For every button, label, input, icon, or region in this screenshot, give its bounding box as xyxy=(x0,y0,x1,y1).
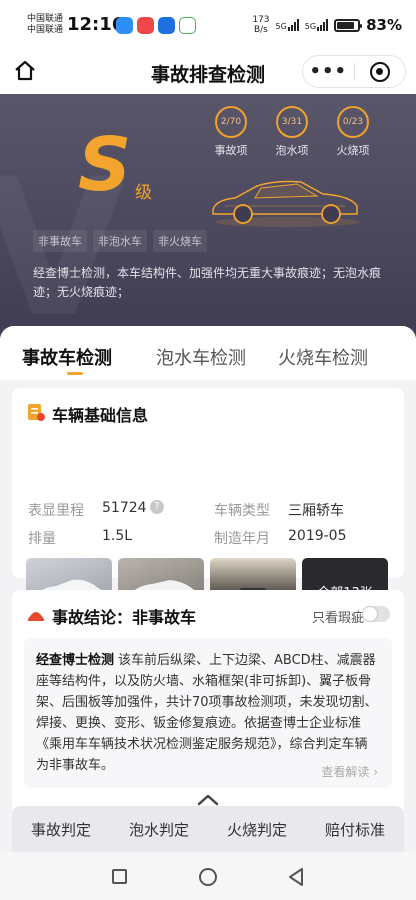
carrier-labels: 中国联通 中国联通 xyxy=(27,14,63,36)
signal-bars-icon xyxy=(317,19,329,31)
displacement-value: 1.5L xyxy=(102,528,133,544)
mileage-label: 表显里程 xyxy=(28,503,84,519)
tab-compensation-standard[interactable]: 赔付标准 xyxy=(325,819,385,840)
battery-icon xyxy=(334,18,363,32)
inspector-brand: 经查博士检测 xyxy=(36,653,115,668)
mini-program-capsule: ••• xyxy=(302,55,406,88)
help-icon[interactable]: ? xyxy=(150,500,164,514)
system-nav-bar xyxy=(0,852,416,900)
recent-apps-icon[interactable] xyxy=(112,869,127,884)
toggle-knob xyxy=(363,607,377,621)
signal-bars-icon xyxy=(287,19,299,31)
conclusion-icon xyxy=(26,604,46,624)
status-bar: 中国联通 中国联通 12:16 173 B/s 5G 5G 83% xyxy=(0,0,416,50)
vehicle-info-title: 车辆基础信息 xyxy=(52,406,149,425)
tab-accident[interactable]: 事故车检测 xyxy=(22,344,112,370)
car-illustration xyxy=(212,180,359,227)
signal-1-label: 5G xyxy=(275,22,287,31)
signal-2-label: 5G xyxy=(304,22,317,31)
vehicle-type-value: 三厢轿车 xyxy=(288,503,344,519)
net-speed-unit: B/s xyxy=(253,25,268,35)
stat-label: 事故项 xyxy=(214,144,248,157)
back-triangle-icon[interactable] xyxy=(286,866,306,888)
manufacture-date-value: 2019-05 xyxy=(288,528,347,544)
chip-not-accident: 非事故车 xyxy=(33,230,87,252)
tab-accident-judgement[interactable]: 事故判定 xyxy=(31,819,91,840)
view-interpretation-link[interactable]: 查看解读 › xyxy=(321,763,378,780)
defects-only-label: 只看瑕疵 xyxy=(311,611,364,626)
grade-letter: S xyxy=(78,122,132,208)
vehicle-info-card: 车辆基础信息 表显里程 51724 ? 车辆类型 三厢轿车 排量 1.5L 制造… xyxy=(12,388,404,626)
grade-suffix: 级 xyxy=(135,183,152,203)
detection-tabs: 事故车检测 泡水车检测 火烧车检测 xyxy=(0,326,416,380)
battery-percent: 83% xyxy=(366,16,402,34)
conclusion-title: 事故结论：非事故车 xyxy=(52,608,197,627)
chip-not-flood: 非泡水车 xyxy=(93,230,147,252)
signal-1: 5G xyxy=(276,19,299,31)
signal-2: 5G xyxy=(304,19,329,31)
stat-flood: 3/31 泡水项 xyxy=(269,106,315,158)
stat-label: 泡水项 xyxy=(275,144,309,157)
qq-app-icon xyxy=(137,17,154,34)
tab-fire[interactable]: 火烧车检测 xyxy=(278,344,368,370)
conclusion-body: 该车前后纵梁、上下边梁、ABCD柱、减震器座等结构件，以及防火墙、水箱框架(非可… xyxy=(36,653,378,773)
stat-ring: 0/23 xyxy=(337,106,369,138)
conclusion-text: 经查博士检测 该车前后纵梁、上下边梁、ABCD柱、减震器座等结构件，以及防火墙、水… xyxy=(36,650,380,776)
status-right: 173 B/s 5G 5G 83% xyxy=(252,15,402,35)
carrier-2: 中国联通 xyxy=(27,25,64,35)
tab-fire-judgement[interactable]: 火烧判定 xyxy=(227,819,287,840)
vehicle-info-icon xyxy=(26,402,46,422)
grade-description: 经查博士检测，本车结构件、加强件均无重大事故痕迹；无泡水痕迹；无火烧痕迹； xyxy=(33,266,382,299)
message-app-icon xyxy=(116,17,133,34)
home-circle-icon[interactable] xyxy=(199,868,217,886)
mileage-value: 51724 xyxy=(102,500,147,516)
manufacture-date-label: 制造年月 xyxy=(214,531,270,547)
carrier-1: 中国联通 xyxy=(27,14,64,24)
stat-ring: 2/70 xyxy=(215,106,247,138)
vehicle-type-label: 车辆类型 xyxy=(214,503,270,519)
stat-fire: 0/23 火烧项 xyxy=(330,106,376,158)
tab-indicator xyxy=(67,372,83,375)
grade-hero: V S 级 2/70 事故项 3/31 泡水项 0/23 火烧项 非事故车 非泡… xyxy=(0,94,416,344)
stat-accident: 2/70 事故项 xyxy=(208,106,254,158)
more-button[interactable]: ••• xyxy=(303,61,354,82)
tag-chips: 非事故车 非泡水车 非火烧车 xyxy=(33,230,207,252)
defects-only-toggle[interactable] xyxy=(362,606,390,622)
shopping-app-icon xyxy=(179,17,196,34)
nav-bar: 事故排查检测 ••• xyxy=(0,50,416,94)
stat-label: 火烧项 xyxy=(336,144,370,157)
chevron-up-icon[interactable] xyxy=(196,793,220,807)
net-speed: 173 B/s xyxy=(252,15,269,35)
chip-not-fire: 非火烧车 xyxy=(153,230,207,252)
target-close-icon xyxy=(369,61,390,82)
alipay-app-icon xyxy=(158,17,175,34)
close-button[interactable] xyxy=(355,61,406,82)
tab-flood[interactable]: 泡水车检测 xyxy=(156,344,246,370)
report-sheet: 事故车检测 泡水车检测 火烧车检测 车辆基础信息 表显里程 51724 ? 车辆… xyxy=(0,326,416,846)
tab-flood-judgement[interactable]: 泡水判定 xyxy=(129,819,189,840)
net-speed-value: 173 xyxy=(252,15,270,25)
stat-ring: 3/31 xyxy=(276,106,308,138)
judgement-tab-bar: 事故判定 泡水判定 火烧判定 赔付标准 xyxy=(12,806,404,852)
conclusion-detail: 经查博士检测 该车前后纵梁、上下边梁、ABCD柱、减震器座等结构件，以及防火墙、水… xyxy=(24,638,392,788)
displacement-label: 排量 xyxy=(28,531,56,547)
